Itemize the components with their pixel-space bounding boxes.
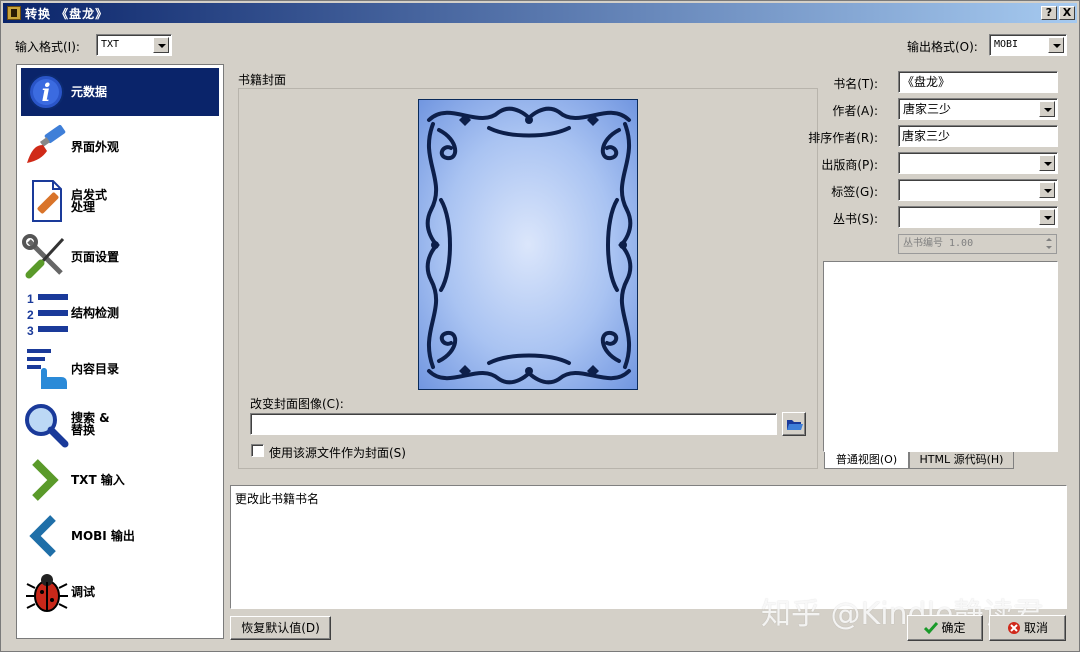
author-label: 作者(A): — [832, 104, 878, 118]
output-format-label: 输出格式(O): — [907, 40, 978, 54]
title-bar: 转换 《盘龙》 ? X — [3, 3, 1077, 23]
change-cover-label: 改变封面图像(C): — [250, 397, 344, 411]
sidebar-item-label: 元数据 — [71, 85, 108, 99]
sidebar-item-metadata[interactable]: i 元数据 — [21, 68, 219, 116]
tab-html-source[interactable]: HTML 源代码(H) — [909, 452, 1014, 469]
toc-hand-icon — [21, 345, 71, 393]
cover-image — [418, 99, 638, 390]
sidebar-item-label: 页面设置 — [71, 250, 120, 264]
sidebar-item-label: TXT 输入 — [71, 473, 125, 487]
svg-text:1: 1 — [27, 292, 34, 306]
sidebar-item-label: 搜索 & 替换 — [71, 411, 110, 437]
series-label: 丛书(S): — [832, 212, 878, 226]
series-index-value: 丛书编号 1.00 — [903, 238, 974, 249]
sidebar-item-label: 界面外观 — [71, 140, 120, 154]
chevron-down-icon[interactable] — [1039, 182, 1055, 198]
info-icon: i — [21, 68, 71, 116]
cancel-icon — [1007, 622, 1020, 634]
magnifier-icon — [21, 400, 71, 448]
spin-up-icon[interactable] — [1044, 236, 1055, 244]
chevron-right-icon — [21, 456, 71, 504]
input-format-label: 输入格式(I): — [15, 40, 80, 54]
input-format-value: TXT — [101, 39, 120, 50]
sidebar-item-look-feel[interactable]: 界面外观 — [21, 123, 219, 171]
chevron-down-icon[interactable] — [1039, 155, 1055, 171]
sidebar-item-structure[interactable]: 1 2 3 结构检测 — [21, 289, 219, 338]
close-button[interactable]: X — [1059, 6, 1075, 20]
spin-down-icon[interactable] — [1044, 244, 1055, 252]
wrench-screwdriver-icon — [21, 233, 71, 281]
title-input[interactable]: 《盘龙》 — [898, 71, 1058, 93]
sidebar-item-debug[interactable]: 调试 — [21, 568, 219, 616]
bug-icon — [21, 568, 71, 616]
comments-editor[interactable] — [823, 261, 1058, 452]
tags-label: 标签(G): — [831, 185, 878, 199]
cover-group-title: 书籍封面 — [238, 73, 287, 87]
help-text: 更改此书籍书名 — [235, 492, 320, 506]
chevron-down-icon[interactable] — [1039, 101, 1055, 117]
publisher-label: 出版商(P): — [821, 158, 878, 172]
cancel-button[interactable]: 取消 — [989, 615, 1066, 641]
paintbrush-icon — [21, 123, 71, 171]
sidebar: i 元数据 界面外观 启发式 处理 页面设置 1 2 3 结构检测 内容目录 搜… — [16, 64, 224, 639]
sidebar-item-toc[interactable]: 内容目录 — [21, 345, 219, 393]
sidebar-item-label: 启发式 处理 — [71, 188, 108, 214]
window-title: 转换 《盘龙》 — [25, 6, 109, 21]
chevron-down-icon[interactable] — [1039, 209, 1055, 225]
author-sort-input[interactable]: 唐家三少 — [898, 125, 1058, 147]
cover-path-input[interactable] — [250, 413, 777, 435]
help-button[interactable]: ? — [1041, 6, 1057, 20]
chevron-down-icon[interactable] — [153, 37, 169, 53]
ok-button[interactable]: 确定 — [907, 615, 983, 641]
numbered-list-icon: 1 2 3 — [21, 289, 71, 338]
svg-text:2: 2 — [27, 308, 34, 322]
tab-normal-view[interactable]: 普通视图(O) — [824, 452, 909, 469]
folder-open-icon — [787, 420, 803, 430]
sidebar-item-txt-input[interactable]: TXT 输入 — [21, 456, 219, 504]
chevron-down-icon[interactable] — [1048, 37, 1064, 53]
ok-label: 确定 — [941, 621, 966, 635]
title-label: 书名(T): — [833, 77, 878, 91]
checkmark-icon — [924, 622, 939, 635]
series-index-spinbox[interactable]: 丛书编号 1.00 — [898, 234, 1057, 254]
browse-cover-button[interactable] — [782, 412, 806, 436]
input-format-select[interactable]: TXT — [96, 34, 172, 56]
tags-combo[interactable] — [898, 179, 1058, 201]
sidebar-item-heuristics[interactable]: 启发式 处理 — [21, 177, 219, 225]
sidebar-item-label: 调试 — [71, 585, 96, 599]
author-value: 唐家三少 — [903, 102, 952, 116]
output-format-value: MOBI — [994, 39, 1019, 50]
svg-text:i: i — [41, 78, 50, 107]
sidebar-item-label: MOBI 输出 — [71, 529, 135, 543]
restore-defaults-button[interactable]: 恢复默认值(D) — [230, 616, 331, 640]
sidebar-item-mobi-output[interactable]: MOBI 输出 — [21, 512, 219, 560]
use-source-cover-checkbox[interactable] — [251, 444, 264, 457]
publisher-combo[interactable] — [898, 152, 1058, 174]
series-combo[interactable] — [898, 206, 1058, 228]
svg-text:3: 3 — [27, 324, 34, 337]
author-sort-label: 排序作者(R): — [808, 131, 878, 145]
cancel-label: 取消 — [1023, 621, 1048, 635]
sidebar-item-label: 内容目录 — [71, 362, 120, 376]
sidebar-item-label: 结构检测 — [71, 306, 120, 320]
convert-dialog: 转换 《盘龙》 ? X 输入格式(I): TXT 输出格式(O): MOBI i… — [0, 0, 1080, 652]
sidebar-item-search-replace[interactable]: 搜索 & 替换 — [21, 400, 219, 448]
sidebar-item-page-setup[interactable]: 页面设置 — [21, 233, 219, 281]
output-format-select[interactable]: MOBI — [989, 34, 1067, 56]
chevron-left-icon — [21, 512, 71, 560]
document-wand-icon — [21, 177, 71, 225]
use-source-cover-label: 使用该源文件作为封面(S) — [269, 446, 406, 460]
app-book-icon — [7, 6, 21, 20]
author-combo[interactable]: 唐家三少 — [898, 98, 1058, 120]
